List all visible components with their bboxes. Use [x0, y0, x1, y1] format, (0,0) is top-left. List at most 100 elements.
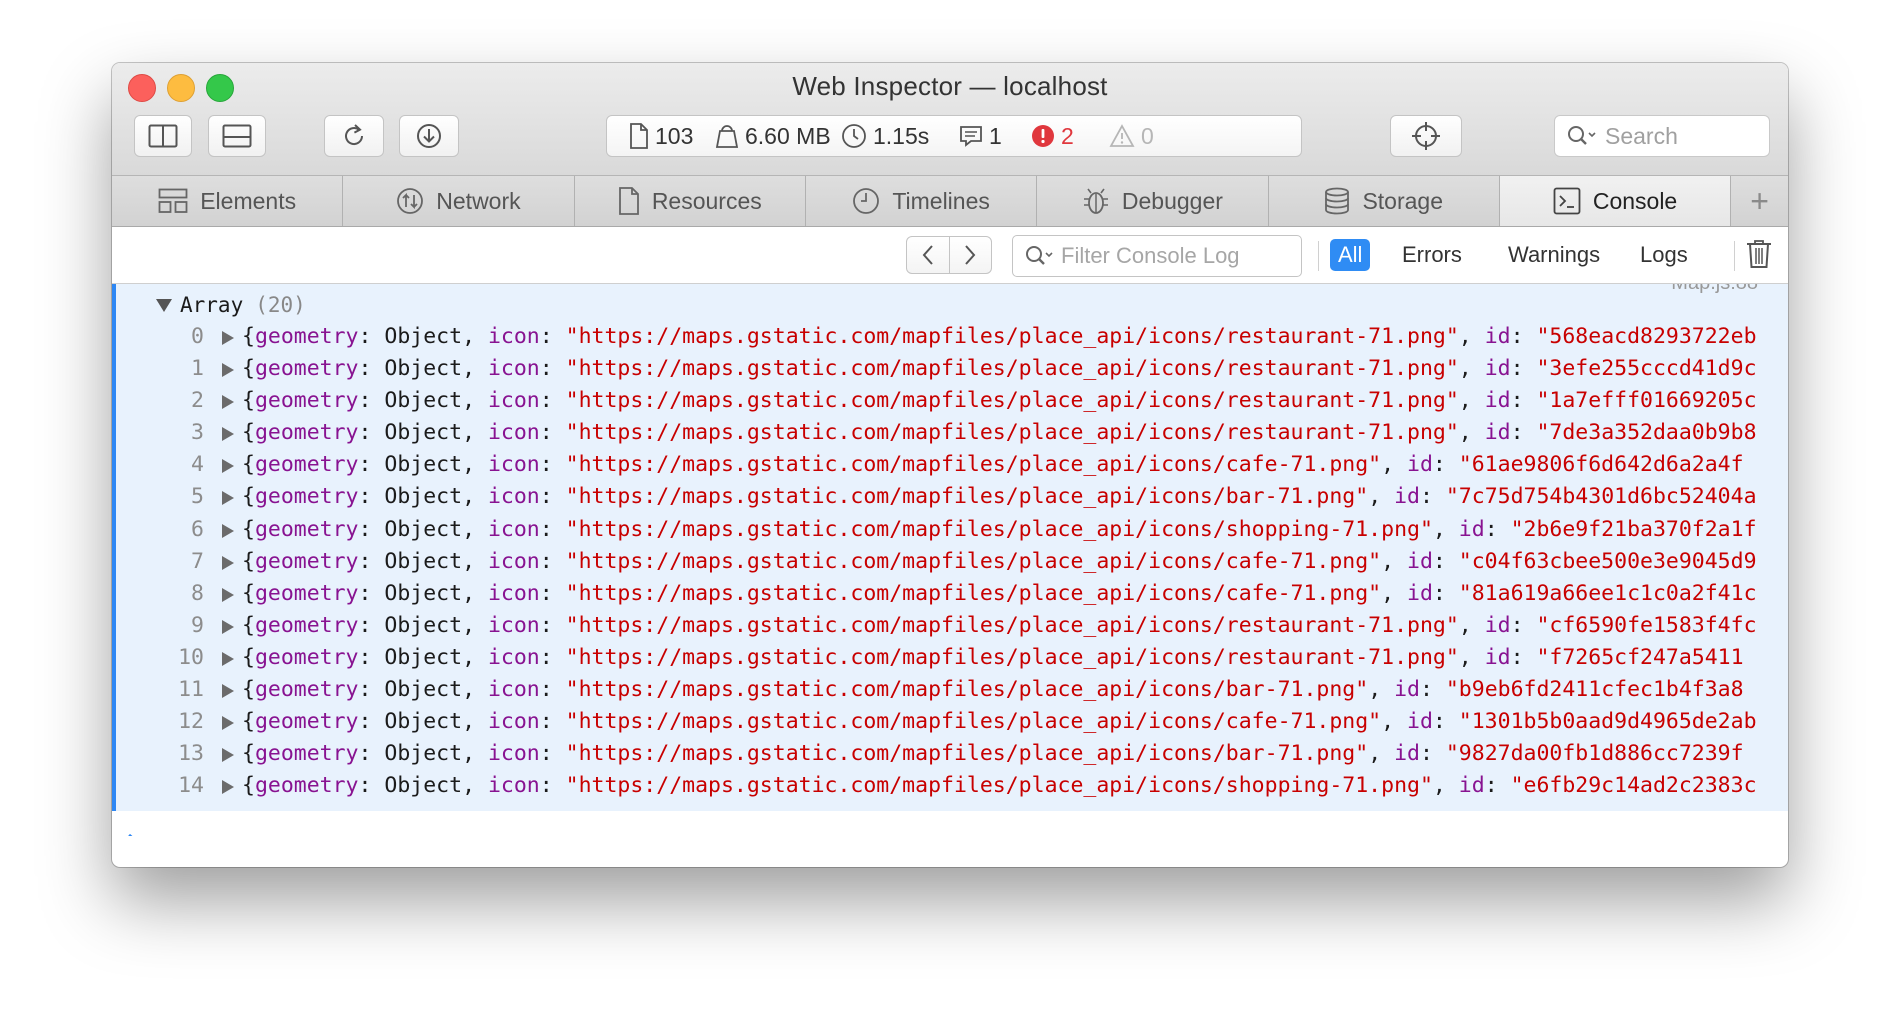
- tab-timelines[interactable]: Timelines: [806, 176, 1038, 226]
- disclosure-collapsed-icon[interactable]: [222, 716, 234, 731]
- entry-index: 6: [191, 516, 204, 542]
- filter-console-input[interactable]: [1059, 242, 1283, 270]
- reload-icon: [345, 124, 364, 145]
- key-id: id: [1484, 324, 1511, 349]
- value-icon-url: "https://maps.gstatic.com/mapfiles/place…: [565, 677, 1369, 703]
- source-link[interactable]: Map.js:88: [1671, 284, 1758, 295]
- key-geometry: geometry: [254, 773, 359, 799]
- value-id: "2b6e9f21ba370f2a1f: [1510, 516, 1757, 542]
- load-time[interactable]: 1.15s: [841, 116, 929, 156]
- disclosure-collapsed-icon[interactable]: [222, 427, 234, 442]
- array-entry-row[interactable]: 13 {geometry: Object, icon: "https://maps…: [116, 738, 1788, 770]
- array-entry-row[interactable]: 7 {geometry: Object, icon: "https://maps.…: [116, 546, 1788, 578]
- previous-button[interactable]: [907, 237, 950, 273]
- key-geometry: geometry: [254, 677, 359, 703]
- value-geometry: Object: [384, 548, 463, 574]
- value-id: "e6fb29c14ad2c2383c: [1510, 773, 1757, 799]
- disclosure-collapsed-icon[interactable]: [222, 619, 234, 634]
- tab-debugger[interactable]: Debugger: [1037, 176, 1269, 226]
- disclosure-collapsed-icon[interactable]: [222, 651, 234, 666]
- array-entry-row[interactable]: 12 {geometry: Object, icon: "https://maps…: [116, 706, 1788, 738]
- value-id: "7de3a352daa0b9b8: [1536, 420, 1757, 446]
- resource-size[interactable]: 6.60 MB: [715, 116, 831, 156]
- array-entry-row[interactable]: 11 {geometry: Object, icon: "https://maps…: [116, 674, 1788, 706]
- console-prompt[interactable]: [126, 832, 142, 836]
- array-entry-row[interactable]: 0 {geometry: Object, icon: "https://maps.…: [116, 321, 1788, 353]
- next-button[interactable]: [950, 237, 992, 273]
- entry-index: 0: [191, 324, 204, 349]
- key-id: id: [1484, 420, 1511, 446]
- log-count[interactable]: 1: [959, 116, 1002, 156]
- array-entry-row[interactable]: 6 {geometry: Object, icon: "https://maps.…: [116, 514, 1788, 546]
- key-id: id: [1484, 612, 1511, 638]
- disclosure-collapsed-icon[interactable]: [222, 395, 234, 410]
- clear-console-button[interactable]: [1746, 239, 1772, 274]
- inspect-element-button[interactable]: [1390, 115, 1462, 157]
- tab-resources[interactable]: Resources: [575, 176, 806, 226]
- error-count[interactable]: 2: [1031, 116, 1074, 156]
- value-id: "b9eb6fd2411cfec1b4f3a8: [1445, 677, 1744, 703]
- array-entry-row[interactable]: 3 {geometry: Object, icon: "https://maps.…: [116, 417, 1788, 449]
- value-geometry: Object: [384, 356, 463, 382]
- title-bar: Web Inspector — localhost 103 6.60 MB 1.…: [112, 63, 1788, 176]
- storage-icon: [1325, 187, 1350, 215]
- warning-count[interactable]: 0: [1109, 116, 1154, 156]
- array-header[interactable]: Array (20): [156, 293, 306, 317]
- download-button[interactable]: [399, 115, 459, 157]
- disclosure-collapsed-icon[interactable]: [222, 555, 234, 570]
- search-input[interactable]: [1603, 121, 1757, 151]
- array-entry-row[interactable]: 5 {geometry: Object, icon: "https://maps.…: [116, 481, 1788, 513]
- array-entry-row[interactable]: 1 {geometry: Object, icon: "https://maps.…: [116, 353, 1788, 385]
- key-id: id: [1484, 356, 1511, 382]
- disclosure-collapsed-icon[interactable]: [222, 459, 234, 474]
- disclosure-collapsed-icon[interactable]: [222, 491, 234, 506]
- tab-label: Storage: [1362, 187, 1443, 214]
- dock-bottom-icon: [222, 124, 252, 148]
- tab-console[interactable]: Console: [1499, 176, 1732, 226]
- log-count-value: 1: [989, 122, 1002, 149]
- filter-all-button[interactable]: All: [1330, 239, 1371, 271]
- load-time-value: 1.15s: [873, 122, 930, 149]
- search-field[interactable]: [1554, 115, 1770, 157]
- tab-storage[interactable]: Storage: [1269, 176, 1500, 226]
- reload-button[interactable]: [324, 115, 384, 157]
- disclosure-collapsed-icon[interactable]: [222, 523, 234, 538]
- entry-preview: {geometry: Object, icon: "https://maps.g…: [242, 709, 1757, 735]
- entry-index: 3: [191, 420, 204, 446]
- tab-elements[interactable]: Elements: [112, 176, 344, 226]
- filter-logs-button[interactable]: Logs: [1632, 239, 1696, 271]
- disclosure-collapsed-icon[interactable]: [222, 684, 234, 699]
- tab-network[interactable]: Network: [343, 176, 575, 226]
- add-tab-button[interactable]: +: [1731, 176, 1788, 226]
- disclosure-expanded-icon[interactable]: [156, 298, 172, 312]
- disclosure-collapsed-icon[interactable]: [222, 363, 234, 378]
- entry-preview: {geometry: Object, icon: "https://maps.g…: [242, 612, 1757, 638]
- array-entry-row[interactable]: 14 {geometry: Object, icon: "https://maps…: [116, 770, 1788, 802]
- array-label: Array: [180, 293, 244, 317]
- array-entry-row[interactable]: 2 {geometry: Object, icon: "https://maps.…: [116, 385, 1788, 417]
- document-icon: [630, 123, 648, 149]
- disclosure-collapsed-icon[interactable]: [222, 780, 234, 795]
- filter-errors-button[interactable]: Errors: [1394, 239, 1470, 271]
- resource-count[interactable]: 103: [629, 116, 693, 156]
- key-geometry: geometry: [254, 420, 359, 446]
- toggle-sidebar-button[interactable]: [134, 115, 192, 157]
- disclosure-collapsed-icon[interactable]: [222, 331, 234, 345]
- dock-bottom-button[interactable]: [208, 115, 266, 157]
- key-geometry: geometry: [254, 452, 359, 478]
- array-entry-row[interactable]: 9 {geometry: Object, icon: "https://maps.…: [116, 610, 1788, 642]
- disclosure-collapsed-icon[interactable]: [222, 587, 234, 602]
- array-entry-row[interactable]: 10 {geometry: Object, icon: "https://maps…: [116, 642, 1788, 674]
- key-icon: icon: [487, 484, 540, 510]
- entry-preview: {geometry: Object, icon: "https://maps.g…: [242, 741, 1744, 767]
- key-icon: icon: [487, 644, 540, 670]
- disclosure-collapsed-icon[interactable]: [222, 748, 234, 763]
- filter-warnings-button[interactable]: Warnings: [1500, 239, 1608, 271]
- array-entry-row[interactable]: 4 {geometry: Object, icon: "https://maps.…: [116, 449, 1788, 481]
- array-entry-row[interactable]: 8 {geometry: Object, icon: "https://maps.…: [116, 578, 1788, 610]
- tab-label: Debugger: [1121, 187, 1223, 214]
- filter-console-field[interactable]: [1012, 235, 1302, 277]
- key-geometry: geometry: [254, 644, 359, 670]
- dashboard[interactable]: 103 6.60 MB 1.15s 1 2 0: [606, 115, 1302, 157]
- entry-index: 1: [191, 356, 204, 382]
